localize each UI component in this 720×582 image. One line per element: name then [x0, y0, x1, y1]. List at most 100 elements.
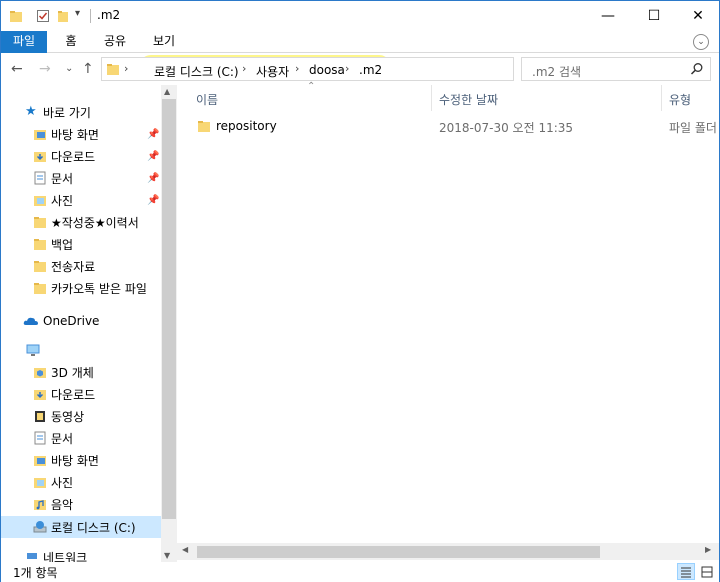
nav-label: 사진	[51, 193, 74, 208]
address-bar[interactable]: › 로컬 디스크 (C:) › 사용자 › doosa › .m2 ⌄ ↻	[101, 57, 612, 81]
customize-qat-icon[interactable]: ▾	[75, 8, 80, 19]
chevron-right-icon[interactable]: ›	[242, 62, 246, 75]
scroll-down-icon[interactable]: ▼	[164, 551, 170, 560]
new-folder-icon[interactable]	[57, 9, 71, 23]
up-button[interactable]: ↑	[82, 61, 94, 77]
nav-onedrive[interactable]: OneDrive	[1, 310, 161, 332]
close-button[interactable]: ✕	[675, 1, 720, 31]
breadcrumb-doosa[interactable]: doosa	[309, 63, 345, 77]
pin-icon[interactable]: 📌	[147, 151, 159, 162]
file-list: ⌃ 이름 수정한 날짜 유형 repository 2018-07-30 오전 …	[177, 81, 719, 563]
nav-label: 문서	[51, 171, 74, 186]
folder-icon[interactable]	[9, 9, 23, 23]
breadcrumb-users[interactable]: 사용자	[256, 63, 289, 80]
nav-item-desktop[interactable]: 바탕 화면 📌	[1, 123, 161, 145]
nav-label: 3D 개체	[51, 365, 94, 380]
large-icons-view-button[interactable]	[698, 563, 716, 580]
folder-icon	[34, 261, 46, 272]
nav-label: 바탕 화면	[51, 127, 99, 142]
forward-button[interactable]: →	[39, 61, 51, 77]
nav-label: 백업	[51, 237, 74, 252]
pictures-folder-icon	[34, 196, 46, 206]
nav-item-local-disk[interactable]: 로컬 디스크 (C:)	[1, 516, 161, 538]
nav-label: 로컬 디스크 (C:)	[51, 520, 136, 535]
nav-item-folder[interactable]: 전송자료	[1, 255, 161, 277]
nav-item-documents[interactable]: 문서 📌	[1, 167, 161, 189]
star-icon: ★	[25, 104, 37, 119]
sort-ascending-icon: ⌃	[307, 81, 316, 92]
downloads-folder-icon	[34, 152, 46, 162]
scroll-up-icon[interactable]: ▲	[164, 87, 170, 96]
details-view-icon	[681, 567, 691, 577]
pin-icon[interactable]: 📌	[147, 195, 159, 206]
column-header-modified[interactable]: 수정한 날짜	[439, 91, 498, 108]
tab-share[interactable]: 공유	[96, 31, 134, 53]
nav-label: OneDrive	[43, 314, 100, 328]
videos-folder-icon	[35, 411, 45, 422]
expand-ribbon-button[interactable]: ⌄	[693, 34, 709, 50]
scroll-right-icon[interactable]: ▶	[705, 545, 711, 554]
nav-item-pictures[interactable]: 사진	[1, 471, 161, 493]
nav-item-downloads[interactable]: 다운로드	[1, 383, 161, 405]
drive-icon	[33, 521, 47, 533]
chevron-right-icon[interactable]: ›	[124, 62, 128, 75]
documents-folder-icon	[34, 171, 46, 185]
tab-home[interactable]: 홈	[55, 31, 87, 53]
nav-quick-access[interactable]: ★ 바로 가기	[1, 101, 161, 123]
item-count: 1개 항목	[13, 566, 58, 580]
nav-item-downloads[interactable]: 다운로드 📌	[1, 145, 161, 167]
search-input[interactable]: .m2 검색	[521, 57, 711, 81]
window-title: .m2	[97, 8, 121, 22]
column-divider[interactable]	[431, 85, 432, 111]
tab-file[interactable]: 파일	[1, 31, 47, 53]
pin-icon[interactable]: 📌	[147, 129, 159, 140]
scroll-left-icon[interactable]: ◀	[182, 545, 188, 554]
documents-folder-icon	[34, 431, 46, 445]
pin-icon[interactable]: 📌	[147, 173, 159, 184]
nav-label: 네트워크	[43, 550, 88, 564]
close-icon: ✕	[692, 8, 704, 24]
title-bar: ▾ .m2 — ☐ ✕	[1, 1, 719, 31]
search-icon[interactable]	[690, 62, 704, 76]
search-placeholder: .m2 검색	[532, 65, 582, 79]
nav-item-videos[interactable]: 동영상	[1, 405, 161, 427]
recent-locations-button[interactable]: ⌄	[65, 63, 73, 74]
chevron-right-icon[interactable]: ›	[295, 62, 299, 75]
nav-item-folder[interactable]: 카카오톡 받은 파일	[1, 277, 161, 299]
details-view-button[interactable]	[677, 563, 695, 580]
breadcrumb-local-disk[interactable]: 로컬 디스크 (C:)	[154, 63, 239, 80]
maximize-button[interactable]: ☐	[631, 1, 677, 31]
file-row[interactable]: repository 2018-07-30 오전 11:35 파일 폴더	[177, 115, 719, 137]
folder-icon	[107, 64, 119, 75]
nav-item-folder[interactable]: 백업	[1, 233, 161, 255]
nav-item-folder[interactable]: ★작성중★이력서	[1, 211, 161, 233]
pictures-folder-icon	[34, 478, 46, 488]
nav-item-pictures[interactable]: 사진 📌	[1, 189, 161, 211]
nav-label: ★작성중★이력서	[51, 215, 139, 230]
column-header-name[interactable]: 이름	[196, 91, 218, 108]
nav-item-desktop[interactable]: 바탕 화면	[1, 449, 161, 471]
folder-icon	[34, 283, 46, 294]
nav-item-music[interactable]: 음악	[1, 493, 161, 515]
breadcrumb-m2[interactable]: .m2	[359, 63, 382, 77]
nav-this-pc[interactable]	[1, 339, 161, 361]
nav-network[interactable]: 네트워크	[1, 546, 161, 563]
nav-label: 음악	[51, 497, 74, 512]
computer-icon	[26, 344, 40, 356]
nav-item-documents[interactable]: 문서	[1, 427, 161, 449]
column-divider[interactable]	[661, 85, 662, 111]
chevron-right-icon[interactable]: ›	[345, 62, 349, 75]
properties-icon[interactable]	[36, 9, 50, 23]
horizontal-scrollbar-thumb[interactable]	[197, 546, 600, 558]
minimize-button[interactable]: —	[585, 1, 631, 31]
nav-label: 바로 가기	[43, 105, 91, 120]
back-button[interactable]: ←	[11, 61, 23, 77]
column-header-type[interactable]: 유형	[669, 91, 691, 108]
nav-label: 동영상	[51, 409, 85, 424]
nav-label: 문서	[51, 431, 74, 446]
nav-item-3d-objects[interactable]: 3D 개체	[1, 361, 161, 383]
nav-scrollbar-thumb[interactable]	[162, 99, 176, 519]
nav-label: 다운로드	[51, 149, 96, 164]
tab-view[interactable]: 보기	[145, 31, 183, 53]
file-name: repository	[216, 119, 277, 133]
